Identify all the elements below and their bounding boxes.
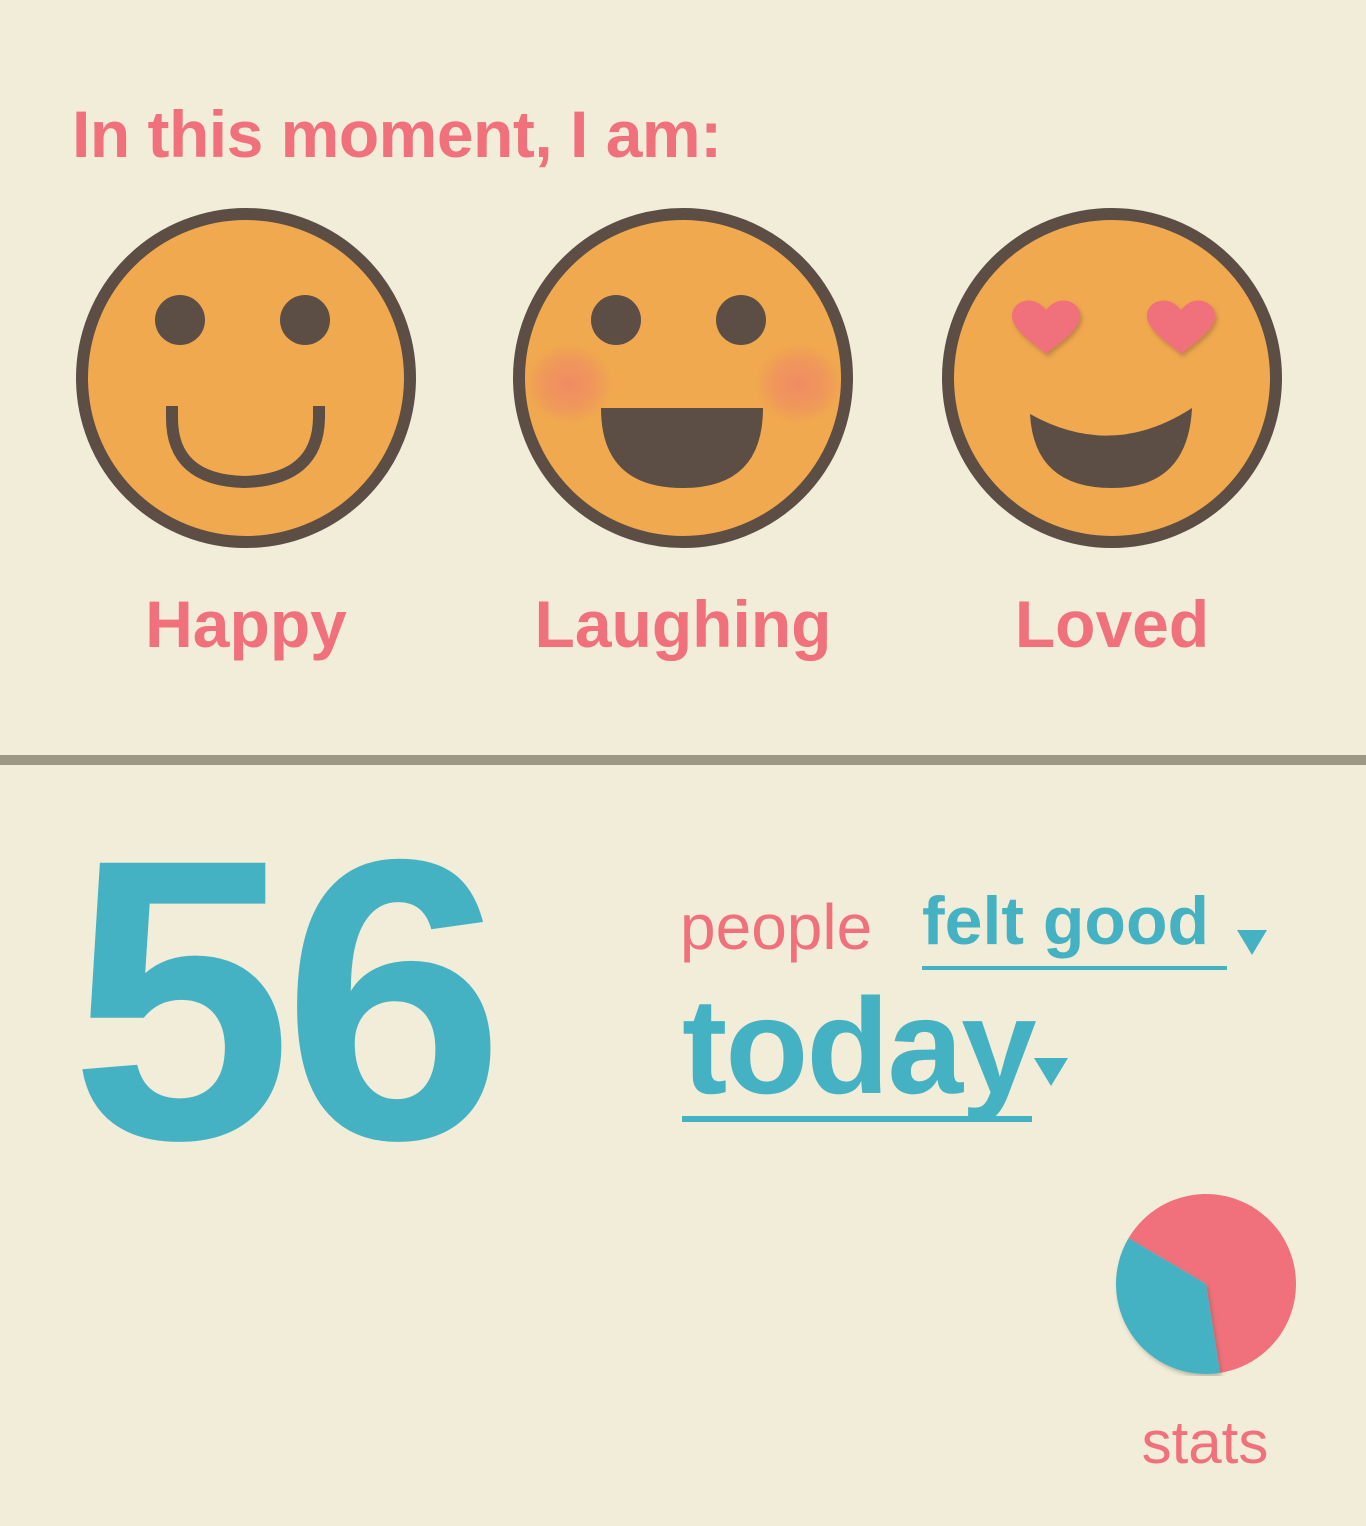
stats-button[interactable]: stats xyxy=(1100,1190,1310,1480)
mood-option-loved[interactable]: Loved xyxy=(940,206,1284,676)
feeling-dropdown-value: felt good xyxy=(922,883,1210,959)
section-divider xyxy=(0,755,1366,765)
people-label: people xyxy=(680,891,873,963)
time-period-dropdown[interactable]: today xyxy=(682,968,1082,1128)
smiley-face-icon[interactable] xyxy=(74,206,418,550)
dropdown-caret-icon[interactable] xyxy=(1034,1058,1068,1086)
mood-label: Happy xyxy=(145,587,347,661)
people-count: 56 xyxy=(70,776,505,1223)
feeling-dropdown[interactable]: felt good xyxy=(922,882,1274,974)
mood-label: Laughing xyxy=(534,587,832,661)
dropdown-caret-icon[interactable] xyxy=(1237,930,1267,955)
mood-label: Loved xyxy=(1014,587,1210,661)
stats-label: stats xyxy=(1141,1409,1269,1476)
heart-eyes-face-icon[interactable] xyxy=(940,206,1284,550)
laughing-face-icon[interactable] xyxy=(511,206,855,550)
time-period-dropdown-underline xyxy=(682,1116,1032,1122)
mood-option-happy[interactable]: Happy xyxy=(74,206,418,676)
time-period-dropdown-value: today xyxy=(682,970,1037,1122)
pie-chart-icon[interactable] xyxy=(1114,1192,1298,1376)
mood-prompt-heading: In this moment, I am: xyxy=(72,97,722,171)
mood-option-laughing[interactable]: Laughing xyxy=(511,206,855,676)
